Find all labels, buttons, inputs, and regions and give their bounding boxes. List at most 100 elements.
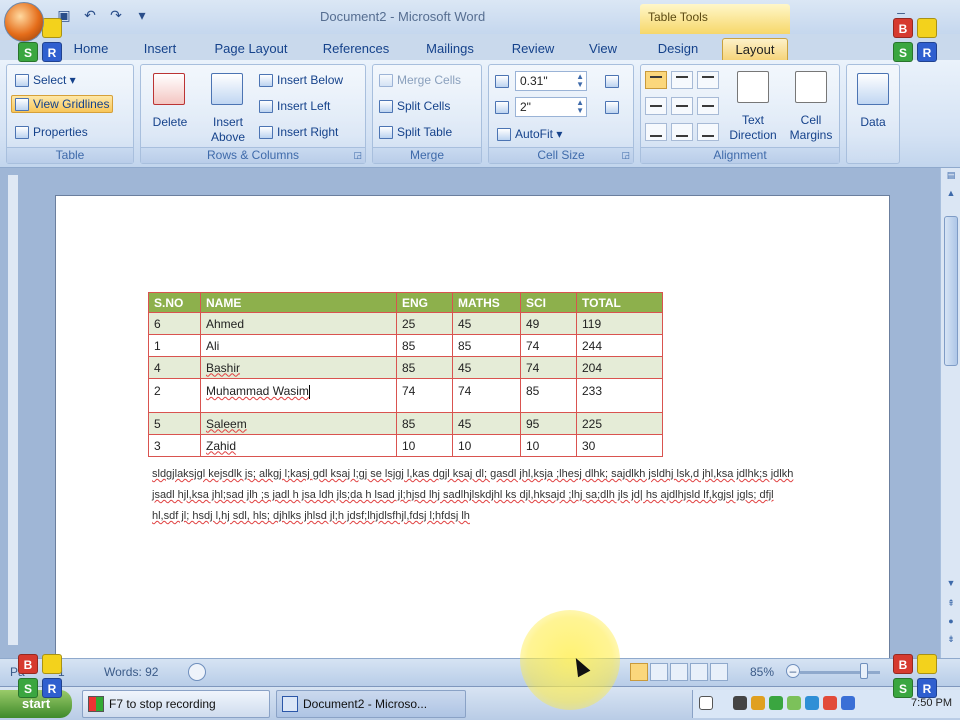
table-cell[interactable]: 49	[520, 312, 577, 335]
insert-right-button[interactable]: Insert Right	[259, 125, 338, 139]
table-cell[interactable]: Ahmed	[200, 312, 397, 335]
text-direction-button[interactable]: Text Direction	[725, 67, 781, 145]
browse-object-icon[interactable]: ●	[944, 616, 958, 630]
table-cell[interactable]: 85	[520, 378, 577, 413]
tab-mailings[interactable]: Mailings	[414, 38, 486, 60]
draft-icon[interactable]	[710, 663, 728, 681]
badge-s[interactable]: S	[18, 42, 38, 62]
table-cell[interactable]: Saleem	[200, 412, 397, 435]
scroll-thumb[interactable]	[944, 216, 958, 366]
table-cell[interactable]: 30	[576, 434, 663, 457]
tab-insert[interactable]: Insert	[132, 38, 188, 60]
tab-review[interactable]: Review	[502, 38, 564, 60]
column-width-input[interactable]: 2" ▲ ▼	[515, 97, 587, 117]
badge-yellow[interactable]	[42, 654, 62, 674]
spinner-arrows-icon[interactable]: ▲ ▼	[576, 73, 584, 89]
badge-b[interactable]: B	[893, 654, 913, 674]
table-cell[interactable]: 85	[396, 334, 453, 357]
table-cell[interactable]: 6	[148, 312, 201, 335]
align-middle-right-icon[interactable]	[697, 97, 719, 115]
align-bottom-right-icon[interactable]	[697, 123, 719, 141]
scroll-up-icon[interactable]: ▲	[944, 188, 958, 202]
table-cell[interactable]: 119	[576, 312, 663, 335]
full-screen-reading-icon[interactable]	[650, 663, 668, 681]
word-count[interactable]: Words: 92	[104, 665, 158, 679]
table-cell[interactable]: 25	[396, 312, 453, 335]
table-cell[interactable]: 244	[576, 334, 663, 357]
distribute-rows-icon[interactable]	[605, 75, 619, 88]
merge-cells-button[interactable]: Merge Cells	[379, 73, 461, 87]
insert-above-button[interactable]: Insert Above	[201, 67, 255, 145]
table-cell[interactable]: 85	[396, 356, 453, 379]
table-cell[interactable]: Bashir	[200, 356, 397, 379]
badge-yellow[interactable]	[42, 18, 62, 38]
view-gridlines-button[interactable]: View Gridlines	[11, 95, 114, 113]
tray-app-icon[interactable]	[787, 696, 801, 710]
outline-icon[interactable]	[690, 663, 708, 681]
insert-below-button[interactable]: Insert Below	[259, 73, 343, 87]
table-cell[interactable]: 233	[576, 378, 663, 413]
badge-r[interactable]: R	[917, 678, 937, 698]
table-cell[interactable]: 95	[520, 412, 577, 435]
spinner-arrows-icon[interactable]: ▲ ▼	[576, 99, 584, 115]
table-cell[interactable]: 10	[452, 434, 521, 457]
badge-yellow[interactable]	[917, 654, 937, 674]
tray-app-icon[interactable]	[841, 696, 855, 710]
header-cell[interactable]: NAME	[200, 292, 397, 313]
table-cell[interactable]: 85	[452, 334, 521, 357]
distribute-columns-icon[interactable]	[605, 101, 619, 114]
header-cell[interactable]: S.NO	[148, 292, 201, 313]
table-cell[interactable]: 3	[148, 434, 201, 457]
taskbar-word-button[interactable]: Document2 - Microso...	[276, 690, 466, 718]
badge-r[interactable]: R	[42, 678, 62, 698]
table-cell[interactable]: 5	[148, 412, 201, 435]
dialog-launcher-icon[interactable]: ◲	[621, 150, 630, 161]
table-cell[interactable]: Zahid	[200, 434, 397, 457]
customize-qat-button[interactable]: ▾	[132, 6, 152, 24]
body-paragraph[interactable]: sldgjlaksjgl kejsdlk js; alkgj l;kasj gd…	[152, 464, 802, 527]
table-cell[interactable]: 10	[396, 434, 453, 457]
table-cell[interactable]: Ali	[200, 334, 397, 357]
align-top-left-icon[interactable]	[645, 71, 667, 89]
badge-yellow[interactable]	[917, 18, 937, 38]
header-cell[interactable]: SCI	[520, 292, 577, 313]
taskbar-recorder-button[interactable]: F7 to stop recording	[82, 690, 270, 718]
redo-icon[interactable]: ↷	[106, 6, 126, 24]
table-cell[interactable]: 10	[520, 434, 577, 457]
print-layout-icon[interactable]	[630, 663, 648, 681]
badge-r[interactable]: R	[917, 42, 937, 62]
row-height-input[interactable]: 0.31" ▲ ▼	[515, 71, 587, 91]
data-table[interactable]: S.NO NAME ENG MATHS SCI TOTAL 6 Ahmed 25…	[148, 292, 663, 457]
tray-app-icon[interactable]	[751, 696, 765, 710]
zoom-out-icon[interactable]: –	[786, 664, 800, 678]
badge-b[interactable]: B	[18, 654, 38, 674]
undo-icon[interactable]: ↶	[80, 6, 100, 24]
align-middle-left-icon[interactable]	[645, 97, 667, 115]
zoom-level[interactable]: 85%	[750, 665, 774, 679]
header-cell[interactable]: ENG	[396, 292, 453, 313]
header-cell[interactable]: MATHS	[452, 292, 521, 313]
badge-s[interactable]: S	[893, 42, 913, 62]
table-cell[interactable]: 1	[148, 334, 201, 357]
table-cell[interactable]: 74	[396, 378, 453, 413]
data-button[interactable]: Data	[847, 67, 899, 145]
tray-app-icon[interactable]	[769, 696, 783, 710]
ruler-toggle-icon[interactable]: ▤	[944, 170, 958, 184]
tab-home[interactable]: Home	[64, 38, 118, 60]
select-button[interactable]: Select ▾	[15, 73, 76, 87]
align-center-icon[interactable]	[671, 97, 693, 115]
tab-layout[interactable]: Layout	[722, 38, 788, 60]
header-cell[interactable]: TOTAL	[576, 292, 663, 313]
autofit-button[interactable]: AutoFit ▾	[497, 127, 562, 141]
insert-left-button[interactable]: Insert Left	[259, 99, 330, 113]
align-top-center-icon[interactable]	[671, 71, 693, 89]
table-cell[interactable]: 2	[148, 378, 201, 413]
vertical-scrollbar[interactable]: ▤ ▲ ▼ ⇞ ● ⇟	[940, 168, 960, 658]
zoom-slider-knob[interactable]	[860, 663, 868, 679]
table-cell[interactable]: 204	[576, 356, 663, 379]
align-bottom-center-icon[interactable]	[671, 123, 693, 141]
dialog-launcher-icon[interactable]: ◲	[353, 150, 362, 161]
proofing-icon[interactable]	[188, 663, 206, 681]
split-table-button[interactable]: Split Table	[379, 125, 452, 139]
table-cell[interactable]: 4	[148, 356, 201, 379]
